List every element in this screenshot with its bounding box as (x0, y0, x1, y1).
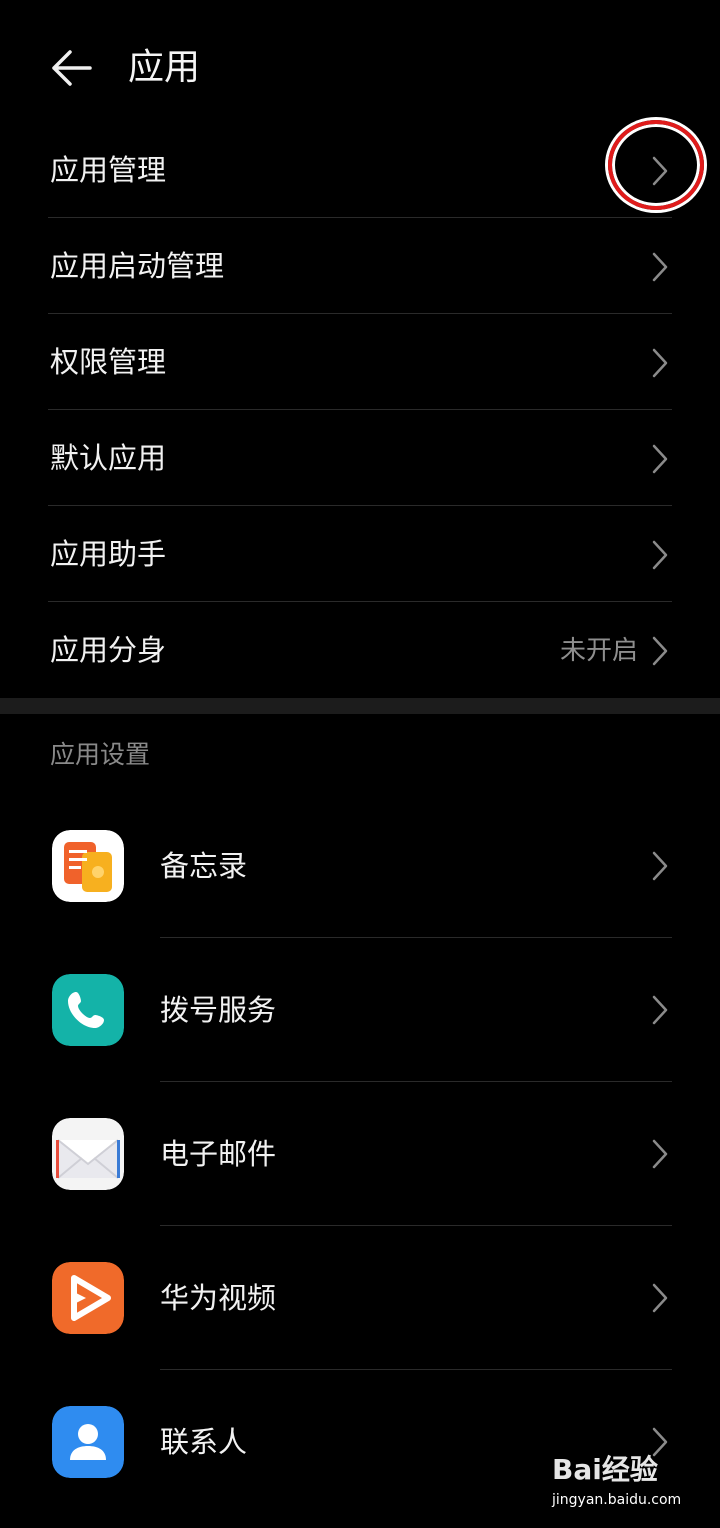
status-value: 未开启 (559, 636, 638, 666)
chevron-right-icon (652, 540, 668, 570)
watermark-url: jingyan.baidu.com (552, 1492, 682, 1508)
phone-app-icon (52, 974, 124, 1046)
app-item-email[interactable]: 电子邮件 (0, 1082, 720, 1226)
chevron-right-icon (652, 1283, 668, 1313)
app-settings-list: 备忘录 拨号服务 电子邮件 华为视频 联系人 (0, 794, 720, 1514)
menu-item-label: 应用管理 (50, 153, 167, 187)
page-title: 应用 (128, 47, 201, 88)
chevron-right-icon (652, 1139, 668, 1169)
back-button[interactable] (46, 44, 98, 92)
app-item-phone[interactable]: 拨号服务 (0, 938, 720, 1082)
menu-item-label: 应用启动管理 (50, 249, 225, 283)
app-item-video[interactable]: 华为视频 (0, 1226, 720, 1370)
notepad-app-icon (52, 830, 124, 902)
app-label: 联系人 (160, 1425, 248, 1459)
section-title: 应用设置 (50, 740, 151, 769)
chevron-right-icon (652, 252, 668, 282)
menu-item-default-apps[interactable]: 默认应用 (0, 410, 720, 506)
app-item-notepad[interactable]: 备忘录 (0, 794, 720, 938)
app-menu-list: 应用管理 应用启动管理 权限管理 默认应用 应用助手 应用分身 未开启 (0, 122, 720, 698)
menu-item-permission-management[interactable]: 权限管理 (0, 314, 720, 410)
menu-item-label: 应用助手 (50, 537, 167, 571)
chevron-right-icon (652, 851, 668, 881)
menu-item-label: 应用分身 (50, 633, 167, 667)
app-label: 备忘录 (160, 849, 248, 883)
chevron-right-icon (652, 348, 668, 378)
arrow-left-icon (52, 50, 92, 86)
menu-item-app-twin[interactable]: 应用分身 未开启 (0, 602, 720, 698)
app-label: 拨号服务 (160, 993, 277, 1027)
baidu-jingyan-watermark: Bai经验 jingyan.baidu.com (552, 1448, 712, 1518)
video-app-icon (52, 1262, 124, 1334)
menu-item-startup-management[interactable]: 应用启动管理 (0, 218, 720, 314)
section-separator (0, 698, 720, 714)
menu-item-app-assistant[interactable]: 应用助手 (0, 506, 720, 602)
watermark-brand: Bai经验 (552, 1453, 658, 1486)
menu-item-label: 默认应用 (50, 441, 167, 475)
app-label: 华为视频 (160, 1281, 277, 1315)
contacts-app-icon (52, 1406, 124, 1478)
app-label: 电子邮件 (160, 1137, 277, 1171)
chevron-right-icon (652, 995, 668, 1025)
chevron-right-icon (652, 444, 668, 474)
email-app-icon (52, 1118, 124, 1190)
app-bar: 应用 (0, 0, 720, 130)
chevron-right-icon (652, 636, 668, 666)
menu-item-label: 权限管理 (50, 345, 167, 379)
highlight-circle-annotation (608, 120, 704, 210)
